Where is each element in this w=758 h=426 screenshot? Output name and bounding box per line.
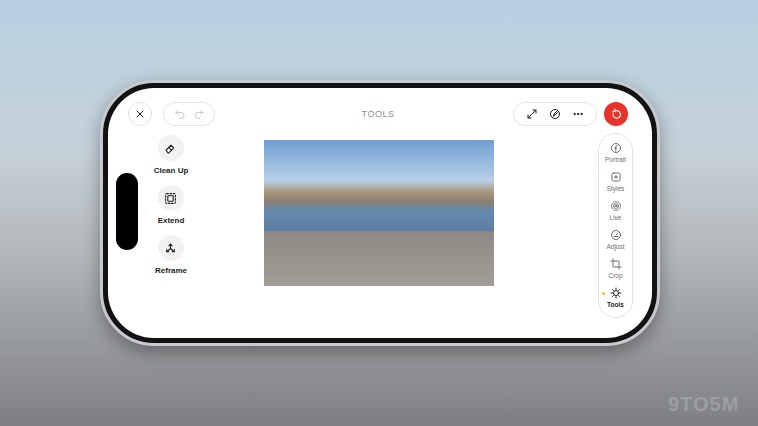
close-button[interactable] — [128, 102, 152, 126]
sidebar-label: Portrait — [605, 156, 626, 164]
sidebar-label: Live — [610, 214, 622, 222]
sidebar-item[interactable]: Styles — [599, 169, 632, 195]
tools-icon — [610, 287, 622, 299]
close-icon — [134, 108, 146, 120]
top-left-group — [128, 102, 362, 126]
tool-label: Clean Up — [154, 166, 189, 176]
edit-sidebar: Portrait Styles Live Adjust Crop Tools — [598, 133, 633, 318]
screen: TOOLS Clean Up Extend Reframe Portrait Styl… — [108, 88, 652, 338]
portrait-icon — [610, 142, 622, 154]
phone-frame: TOOLS Clean Up Extend Reframe Portrait Styl… — [100, 80, 660, 346]
watermark: 9TO5M — [668, 394, 739, 414]
photo — [264, 140, 494, 286]
undo-redo-group — [163, 102, 215, 126]
reframe-icon — [164, 242, 177, 255]
selected-dot — [602, 292, 605, 295]
markup-icon[interactable] — [549, 108, 561, 120]
tool-icon-circle — [158, 185, 184, 211]
expand-icon[interactable] — [526, 108, 538, 120]
tool-button[interactable]: Reframe — [155, 235, 187, 276]
undo-icon — [174, 108, 186, 120]
tool-button[interactable]: Clean Up — [154, 135, 189, 176]
top-bar: TOOLS — [108, 88, 652, 126]
sidebar-item[interactable]: Portrait — [599, 140, 632, 166]
sidebar-item[interactable]: Tools — [599, 285, 632, 311]
tool-icon-circle — [158, 235, 184, 261]
sidebar-item[interactable]: Crop — [599, 256, 632, 282]
view-options-group — [513, 102, 597, 126]
dynamic-island — [116, 173, 138, 250]
revert-icon — [610, 108, 623, 121]
live-icon — [610, 200, 622, 212]
revert-button[interactable] — [604, 102, 628, 126]
sidebar-label: Crop — [608, 272, 622, 280]
top-right-group — [394, 102, 628, 126]
extend-icon — [164, 192, 177, 205]
styles-icon — [610, 171, 622, 183]
editor-body: Clean Up Extend Reframe Portrait Styles Live… — [108, 133, 652, 318]
backdrop: TOOLS Clean Up Extend Reframe Portrait Styl… — [0, 0, 758, 426]
sidebar-label: Tools — [607, 301, 624, 309]
sidebar-item[interactable]: Adjust — [599, 227, 632, 253]
sidebar-label: Styles — [607, 185, 625, 193]
tool-label: Reframe — [155, 266, 187, 276]
tool-button[interactable]: Extend — [158, 185, 185, 226]
crop-icon — [610, 258, 622, 270]
eraser-icon — [164, 142, 177, 155]
more-icon[interactable] — [572, 108, 584, 120]
redo-icon — [193, 108, 205, 120]
screen-title: TOOLS — [362, 110, 395, 119]
sidebar-label: Adjust — [606, 243, 624, 251]
tool-label: Extend — [158, 216, 185, 226]
tool-icon-circle — [158, 135, 184, 161]
sidebar-item[interactable]: Live — [599, 198, 632, 224]
tools-column: Clean Up Extend Reframe — [144, 135, 198, 276]
adjust-icon — [610, 229, 622, 241]
